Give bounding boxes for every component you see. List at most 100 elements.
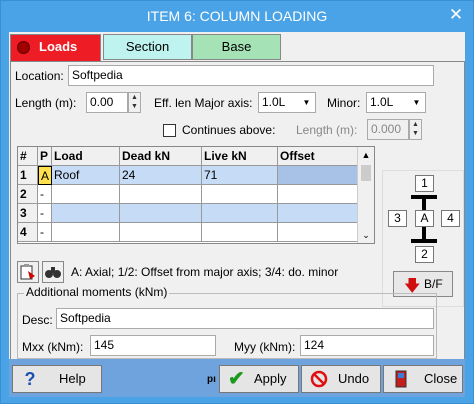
tab-section[interactable]: Section (103, 34, 192, 60)
length-above-input[interactable]: 0.000 (367, 119, 409, 140)
myy-label: Myy (kNm): (234, 340, 296, 354)
dialog-window: ITEM 6: COLUMN LOADING ✕ Loads Section B… (0, 0, 474, 404)
spin-up-icon[interactable]: ▲ (129, 93, 140, 102)
scroll-down-icon[interactable]: ⌄ (358, 227, 374, 243)
grid-cell-load[interactable] (52, 223, 120, 242)
tab-loads-label: Loads (39, 39, 78, 54)
length-above-spinner[interactable]: ▲ ▼ (409, 119, 422, 140)
position-1-button[interactable]: 1 (415, 175, 434, 192)
record-dot-icon (17, 41, 30, 54)
tab-loads[interactable]: Loads (10, 34, 101, 62)
hint-text: A: Axial; 1/2: Offset from major axis; 3… (71, 265, 339, 279)
grid-cell-dead[interactable] (120, 223, 202, 242)
grid-header-dead: Dead kN (120, 147, 202, 166)
grid-cell-p[interactable]: - (38, 185, 52, 204)
mxx-label: Mxx (kNm): (22, 340, 84, 354)
help-question-icon: ? (24, 369, 36, 389)
scroll-up-icon[interactable]: ▲ (358, 147, 374, 163)
close-label: Close (424, 371, 458, 386)
minor-axis-value: 1.0L (370, 95, 394, 109)
window-title: ITEM 6: COLUMN LOADING (146, 8, 328, 24)
undo-button[interactable]: Undo (301, 365, 381, 393)
moments-group-label: Additional moments (kNm) (24, 285, 170, 299)
grid-header-load: Load (52, 147, 120, 166)
grid-cell-dead[interactable] (120, 204, 202, 223)
position-3-button[interactable]: 3 (388, 210, 407, 227)
tab-base[interactable]: Base (192, 34, 281, 60)
eff-len-label: Eff. len Major axis: (154, 96, 253, 110)
dialog-client: Loads Section Base Location: Softpedia L… (9, 32, 465, 397)
length-label: Length (m): (15, 96, 77, 110)
help-button[interactable]: ? Help (12, 365, 102, 393)
spin-down-icon[interactable]: ▼ (410, 129, 421, 138)
grid-cell-live[interactable]: 71 (202, 166, 278, 185)
checkmark-icon: ✔ (228, 368, 245, 390)
grid-header-p: P (38, 147, 52, 166)
footer-bar: ? Help pı ✔ Apply Undo Close (9, 359, 465, 397)
close-button[interactable]: Close (383, 365, 463, 393)
position-4-button[interactable]: 4 (441, 210, 460, 227)
continues-above-checkbox[interactable] (163, 124, 176, 137)
scroll-thumb[interactable] (361, 165, 371, 181)
grid-cell-p[interactable]: - (38, 204, 52, 223)
position-a-button[interactable]: A (415, 210, 434, 227)
minor-axis-select[interactable]: 1.0L ▼ (366, 92, 426, 113)
spin-up-icon[interactable]: ▲ (410, 120, 421, 129)
title-bar: ITEM 6: COLUMN LOADING ✕ (1, 1, 473, 31)
location-label: Location: (15, 69, 64, 83)
grid-cell-offset[interactable] (278, 204, 358, 223)
grid-row-num[interactable]: 4 (18, 223, 38, 242)
length-above-label: Length (m): (296, 123, 358, 137)
loads-grid[interactable]: # P Load Dead kN Live kN Offset 1 A Roof… (17, 146, 375, 244)
grid-cell-p[interactable]: A (38, 166, 52, 185)
grid-row-num[interactable]: 2 (18, 185, 38, 204)
chevron-down-icon[interactable]: ▼ (298, 93, 315, 112)
minor-axis-label: Minor: (327, 96, 361, 110)
grid-cell-offset[interactable] (278, 223, 358, 242)
undo-label: Undo (338, 371, 370, 386)
window-close-icon[interactable]: ✕ (447, 6, 465, 24)
grid-header-num: # (18, 147, 38, 166)
grid-cell-offset[interactable] (278, 166, 358, 185)
grid-cell-live[interactable] (202, 204, 278, 223)
major-axis-select[interactable]: 1.0L ▼ (258, 92, 316, 113)
length-input[interactable]: 0.00 (86, 92, 128, 113)
grid-cell-dead[interactable]: 24 (120, 166, 202, 185)
grid-cell-offset[interactable] (278, 185, 358, 204)
position-2-button[interactable]: 2 (415, 246, 434, 263)
bf-button-label: B/F (424, 277, 443, 291)
binoculars-icon (45, 267, 61, 278)
grid-cell-dead[interactable] (120, 185, 202, 204)
desc-input[interactable]: Softpedia (56, 308, 434, 329)
myy-input[interactable]: 124 (300, 335, 434, 356)
location-input[interactable]: Softpedia (68, 65, 434, 86)
grid-header-offset: Offset (278, 147, 358, 166)
grid-row-num[interactable]: 3 (18, 204, 38, 223)
grid-cell-live[interactable] (202, 185, 278, 204)
door-exit-icon (395, 370, 407, 388)
grid-header-live: Live kN (202, 147, 278, 166)
paste-icon (20, 264, 35, 280)
length-spinner[interactable]: ▲ ▼ (128, 92, 141, 113)
partial-label: pı (207, 374, 216, 385)
paste-loads-button[interactable] (17, 261, 39, 283)
grid-cell-load[interactable] (52, 204, 120, 223)
apply-button[interactable]: ✔ Apply (219, 365, 299, 393)
loads-panel: Location: Softpedia Length (m): 0.00 ▲ ▼… (10, 61, 465, 360)
grid-row-num[interactable]: 1 (18, 166, 38, 185)
mxx-input[interactable]: 145 (90, 335, 216, 356)
grid-cell-load[interactable]: Roof (52, 166, 120, 185)
chevron-down-icon[interactable]: ▼ (408, 93, 425, 112)
find-loads-button[interactable] (42, 261, 64, 283)
continues-above-label: Continues above: (182, 123, 276, 137)
desc-label: Desc: (22, 313, 53, 327)
grid-cell-p[interactable]: - (38, 223, 52, 242)
spin-down-icon[interactable]: ▼ (129, 102, 140, 111)
grid-scrollbar[interactable]: ▲ ⌄ (357, 147, 374, 243)
additional-moments-group: Additional moments (kNm) Desc: Softpedia… (17, 285, 437, 359)
apply-label: Apply (254, 371, 287, 386)
grid-cell-load[interactable] (52, 185, 120, 204)
grid-cell-live[interactable] (202, 223, 278, 242)
no-entry-icon (310, 370, 328, 388)
load-position-diagram: 1 3 A 4 2 🡇 B/F (382, 170, 464, 307)
